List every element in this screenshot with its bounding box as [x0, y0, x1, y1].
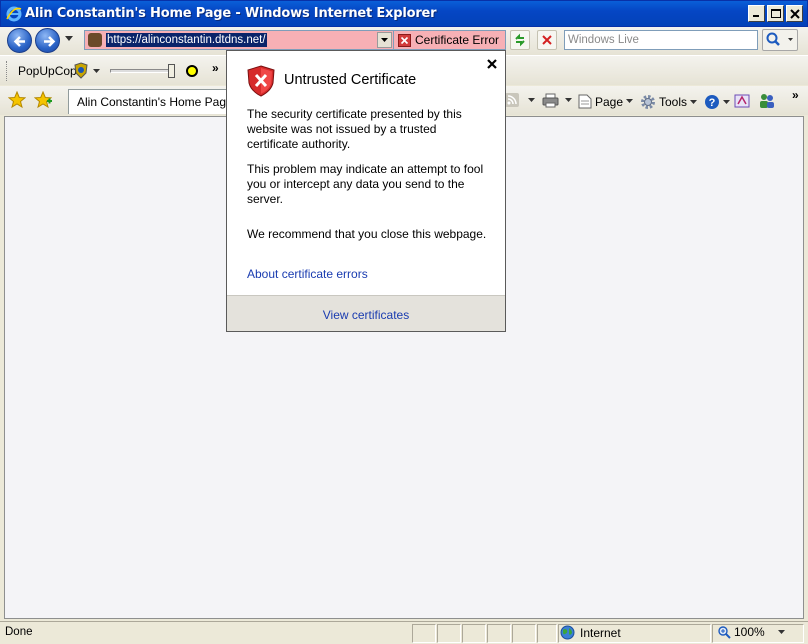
view-certificates-link[interactable]: View certificates: [227, 308, 505, 322]
favorites-star-icon[interactable]: [8, 91, 26, 109]
slider-thumb[interactable]: [168, 64, 175, 78]
gear-icon: [641, 95, 655, 109]
command-bar-overflow-chevron-icon[interactable]: »: [792, 88, 799, 102]
search-icon: [766, 32, 793, 46]
address-dropdown-button[interactable]: [377, 32, 392, 48]
chevron-down-icon: [690, 99, 698, 104]
print-icon[interactable]: [542, 93, 559, 108]
status-indicator-icon: [186, 65, 198, 77]
zoom-button[interactable]: 100%: [718, 625, 785, 639]
site-favicon: [88, 33, 102, 47]
search-input[interactable]: [564, 30, 758, 50]
certificate-error-popup: Untrusted Certificate The security certi…: [226, 50, 506, 332]
toolbar-grip[interactable]: [6, 61, 9, 81]
certificate-error-button[interactable]: Certificate Error: [394, 30, 506, 50]
status-segment: [487, 624, 511, 643]
svg-text:?: ?: [709, 97, 716, 109]
popupcop-dropdown-icon[interactable]: [93, 69, 100, 74]
popupcop-badge-icon: [74, 62, 88, 79]
page-menu-button[interactable]: Page: [578, 94, 634, 109]
close-window-button[interactable]: [786, 5, 803, 22]
address-bar[interactable]: https://alinconstantin.dtdns.net/: [84, 30, 394, 50]
minimize-icon: [753, 15, 759, 17]
feeds-dropdown-icon[interactable]: [528, 98, 535, 103]
forward-button[interactable]: [35, 28, 60, 53]
globe-icon: [560, 625, 575, 640]
status-bar: Done Internet 100%: [0, 621, 808, 644]
page-menu-label: Page: [595, 94, 624, 109]
popupcop-label: PopUpCop: [18, 64, 77, 78]
tab-home-page[interactable]: Alin Constantin's Home Page: [68, 89, 228, 114]
zoom-level: 100%: [734, 625, 765, 639]
security-zone[interactable]: Internet: [560, 625, 621, 640]
add-to-favorites-icon[interactable]: [34, 91, 52, 109]
search-button[interactable]: [762, 29, 798, 51]
title-bar: Alin Constantin's Home Page - Windows In…: [0, 0, 808, 27]
research-icon[interactable]: [734, 92, 752, 109]
toolbar-overflow-chevron-icon[interactable]: »: [212, 61, 219, 75]
zoom-magnifier-icon: [718, 625, 731, 639]
ie-logo-icon: [6, 6, 22, 22]
close-icon: [789, 8, 800, 19]
chevron-down-icon: [777, 629, 785, 634]
forward-arrow-icon: [44, 36, 56, 47]
stop-button[interactable]: [537, 30, 557, 50]
popup-close-button[interactable]: [487, 55, 497, 73]
refresh-button[interactable]: [510, 30, 530, 50]
back-button[interactable]: [7, 28, 32, 53]
chevron-down-icon: [723, 99, 730, 104]
page-icon: [578, 94, 592, 109]
close-icon: [487, 59, 497, 69]
address-url[interactable]: https://alinconstantin.dtdns.net/: [106, 33, 267, 47]
certificate-error-icon: [398, 33, 411, 47]
maximize-button[interactable]: [767, 5, 784, 22]
tab-label: Alin Constantin's Home Page: [77, 95, 228, 109]
certificate-error-label: Certificate Error: [415, 33, 500, 47]
about-certificate-errors-link[interactable]: About certificate errors: [247, 267, 368, 281]
feeds-icon[interactable]: [505, 93, 519, 107]
status-text: Done: [5, 626, 33, 638]
status-segment: [512, 624, 536, 643]
shield-error-icon: [247, 65, 275, 97]
status-segment: [412, 624, 436, 643]
minimize-button[interactable]: [748, 5, 765, 22]
status-segment: [462, 624, 486, 643]
zone-label: Internet: [580, 625, 621, 640]
status-segment: [437, 624, 461, 643]
popup-title: Untrusted Certificate: [284, 72, 417, 88]
popup-warning: This problem may indicate an attempt to …: [247, 162, 484, 206]
window-controls: [748, 5, 803, 22]
window-title: Alin Constantin's Home Page - Windows In…: [25, 6, 437, 21]
help-icon: ?: [705, 95, 719, 109]
popupcop-button[interactable]: PopUpCop: [18, 64, 77, 78]
back-arrow-icon: [13, 36, 25, 47]
status-segment: [537, 624, 557, 643]
popup-recommendation: We recommend that you close this webpage…: [247, 227, 487, 241]
tools-menu-label: Tools: [659, 95, 688, 109]
blocking-level-slider[interactable]: [110, 69, 175, 73]
recent-pages-dropdown-icon[interactable]: [65, 36, 73, 42]
popup-description: The security certificate presented by th…: [247, 107, 462, 151]
stop-icon: [542, 35, 552, 45]
help-menu-button[interactable]: ?: [704, 94, 730, 110]
chevron-down-icon: [381, 38, 388, 42]
messenger-icon[interactable]: [758, 92, 776, 109]
print-dropdown-icon[interactable]: [565, 98, 572, 103]
chevron-down-icon: [626, 99, 634, 103]
refresh-icon: [515, 33, 525, 47]
tools-menu-button[interactable]: Tools: [640, 94, 698, 110]
maximize-icon: [770, 8, 781, 18]
popup-footer: View certificates: [227, 295, 505, 331]
